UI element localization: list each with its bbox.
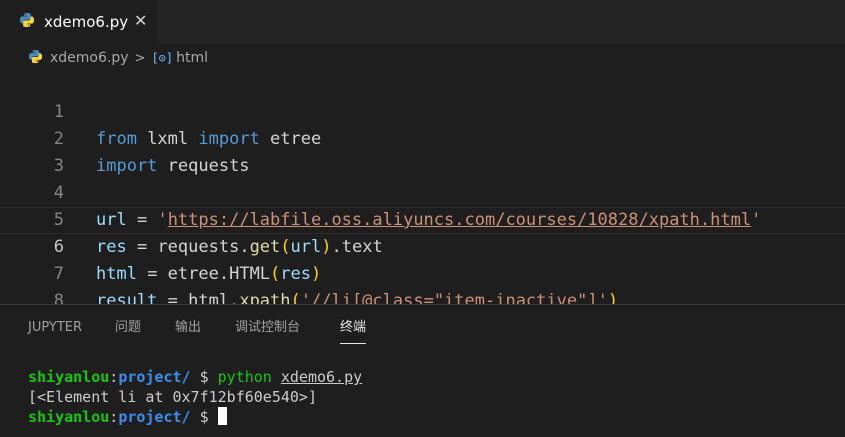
terminal-file-link[interactable]: xdemo6.py: [281, 368, 362, 386]
breadcrumb: xdemo6.py > [⊙] html: [0, 44, 845, 72]
code-line[interactable]: 2 import requests: [0, 99, 845, 176]
terminal-path: project/: [118, 368, 191, 386]
close-icon[interactable]: ✕: [134, 11, 147, 31]
terminal-colon: :: [109, 368, 119, 386]
terminal-command: python: [217, 368, 272, 386]
breadcrumb-file[interactable]: xdemo6.py: [50, 50, 129, 66]
tab-problems[interactable]: 问题: [115, 319, 141, 337]
code-line[interactable]: 5 res = requests.get(url).text: [0, 180, 845, 257]
terminal-path: project/: [118, 408, 191, 426]
code-line[interactable]: 4 url = 'https://labfile.oss.aliyuncs.co…: [0, 153, 845, 230]
terminal-user: shiyanlou: [28, 368, 110, 386]
tab-label: xdemo6.py: [44, 13, 129, 31]
code-editor[interactable]: 1 from lxml import etree 2 import reques…: [0, 72, 845, 338]
terminal-prompt: $: [190, 408, 218, 426]
code-line[interactable]: 3: [0, 126, 845, 176]
terminal-line: shiyanlou:project/ $: [28, 407, 362, 427]
tab-jupyter[interactable]: JUPYTER: [28, 319, 82, 337]
terminal-output: [<Element li at 0x7f12bf60e540>]: [28, 388, 317, 406]
code-line[interactable]: 6 html = etree.HTML(res): [0, 207, 845, 284]
terminal-space: [272, 368, 281, 386]
python-icon: [19, 12, 35, 32]
python-icon: [28, 49, 43, 68]
tab-xdemo6[interactable]: xdemo6.py ✕: [0, 0, 158, 44]
panel-tabs: JUPYTER 问题 输出 调试控制台 终端: [0, 305, 845, 351]
breadcrumb-symbol[interactable]: html: [176, 50, 208, 66]
code-line[interactable]: 8 print(result): [0, 261, 845, 338]
code-line[interactable]: 1 from lxml import etree: [0, 72, 845, 149]
chevron-right-icon: >: [134, 50, 146, 66]
tab-output[interactable]: 输出: [175, 319, 201, 337]
terminal-user: shiyanlou: [28, 408, 110, 426]
editor-tab-bar: xdemo6.py ✕: [0, 0, 845, 44]
terminal-prompt: $: [190, 368, 218, 386]
code-line[interactable]: 7 result = html.xpath('//li[@class="item…: [0, 234, 845, 311]
terminal[interactable]: shiyanlou:project/ $ python xdemo6.py [<E…: [28, 367, 362, 427]
terminal-colon: :: [109, 408, 119, 426]
tab-debug-console[interactable]: 调试控制台: [235, 319, 300, 337]
terminal-cursor: [217, 407, 227, 425]
bottom-panel: JUPYTER 问题 输出 调试控制台 终端 shiyanlou:project…: [0, 304, 845, 437]
tab-terminal[interactable]: 终端: [340, 319, 367, 344]
terminal-line: shiyanlou:project/ $ python xdemo6.py: [28, 367, 362, 387]
variable-symbol-icon: [⊙]: [151, 51, 174, 65]
